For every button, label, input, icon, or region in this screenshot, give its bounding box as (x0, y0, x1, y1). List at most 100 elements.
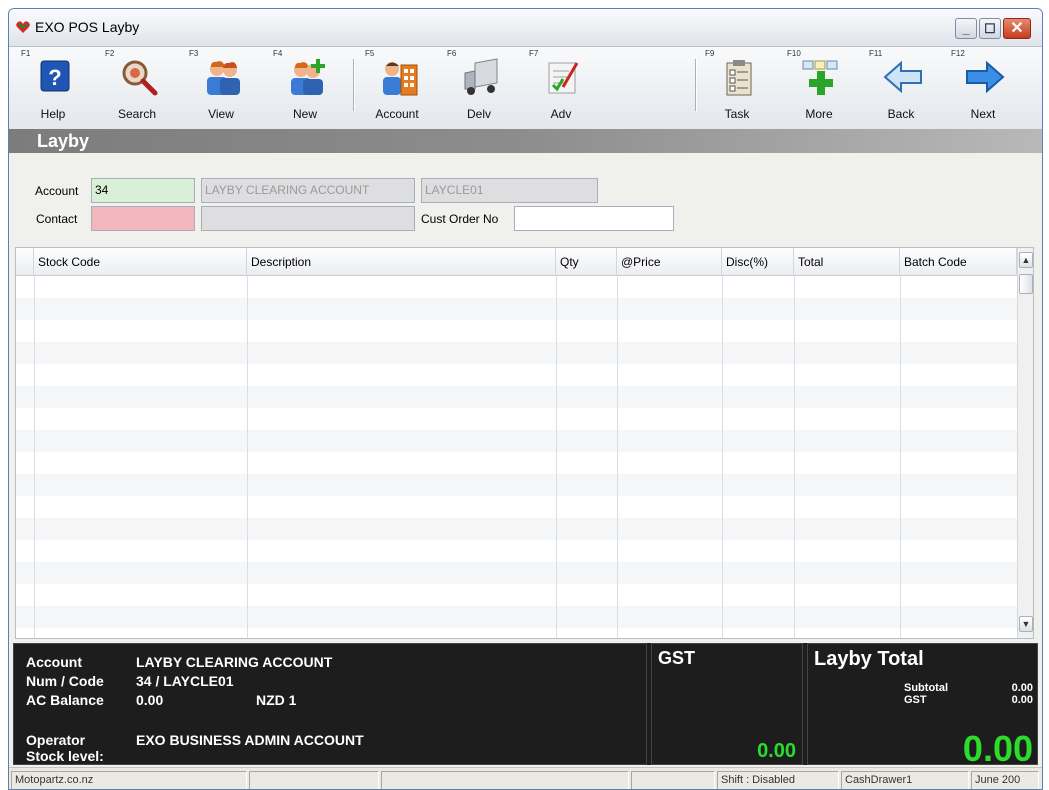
adv-button[interactable]: F7 Adv (529, 47, 593, 127)
table-row[interactable] (16, 364, 1017, 386)
col-stock-code[interactable]: Stock Code (34, 248, 247, 276)
account-field-label: Account (35, 184, 79, 198)
view-button[interactable]: F3 View (189, 47, 253, 127)
new-button[interactable]: F4 New (273, 47, 337, 127)
shortcut-key: F12 (951, 49, 965, 58)
view-label: View (208, 107, 234, 121)
account-button[interactable]: F5 Account (365, 47, 429, 127)
info-panel: Account LAYBY CLEARING ACCOUNT Num / Cod… (13, 643, 1038, 769)
table-row[interactable] (16, 628, 1017, 638)
minimize-icon: _ (962, 21, 970, 36)
contact-name-field (201, 206, 415, 231)
task-button[interactable]: F9 Task (705, 47, 769, 127)
toolbar-separator (695, 59, 697, 111)
delv-label: Delv (466, 107, 491, 121)
next-button[interactable]: F12 Next (951, 47, 1015, 127)
cust-order-input[interactable] (514, 206, 674, 231)
table-row[interactable] (16, 386, 1017, 408)
col-description[interactable]: Description (247, 248, 556, 276)
status-date: June 200 (971, 771, 1039, 789)
info-account-label: Account (26, 654, 82, 670)
search-label: Search (117, 107, 157, 121)
column-divider (900, 276, 901, 638)
account-label: Account (375, 107, 419, 121)
minimize-button[interactable]: _ (955, 18, 977, 39)
table-row[interactable] (16, 452, 1017, 474)
table-row[interactable] (16, 474, 1017, 496)
col-total[interactable]: Total (794, 248, 900, 276)
shortcut-key: F2 (105, 49, 115, 58)
toolbar: F1 ? Help F2 Search F3 View F4 New F5 Ac… (9, 47, 1042, 129)
table-row[interactable] (16, 430, 1017, 452)
info-currency: NZD 1 (256, 692, 297, 708)
new-person-icon (291, 59, 325, 95)
search-button[interactable]: F2 Search (105, 47, 169, 127)
table-row[interactable] (16, 320, 1017, 342)
col-qty[interactable]: Qty (556, 248, 617, 276)
module-header: Layby (9, 129, 1042, 153)
back-label: Back (887, 107, 915, 121)
back-button[interactable]: F11 Back (869, 47, 933, 127)
status-empty-1 (249, 771, 379, 789)
status-empty-2 (381, 771, 629, 789)
column-divider (556, 276, 557, 638)
more-add-icon (802, 60, 838, 95)
col-price[interactable]: @Price (617, 248, 722, 276)
layby-total-box: Layby Total Subtotal 0.00 GST 0.00 0.00 (807, 643, 1038, 769)
contact-input[interactable] (91, 206, 195, 231)
table-row[interactable] (16, 276, 1017, 298)
grid-header: Stock Code Description Qty @Price Disc(%… (16, 248, 1017, 276)
status-site: Motopartz.co.nz (11, 771, 247, 789)
title-bar: EXO POS Layby _ ☐ ✕ (9, 9, 1042, 47)
line-items-grid[interactable]: Stock Code Description Qty @Price Disc(%… (15, 247, 1034, 639)
more-button[interactable]: F10 More (787, 47, 851, 127)
table-row[interactable] (16, 562, 1017, 584)
status-cash-drawer: CashDrawer1 (841, 771, 969, 789)
app-icon (16, 21, 30, 33)
contact-field-label: Contact (36, 212, 78, 226)
chevron-up-icon: ▲ (1021, 255, 1031, 265)
table-row[interactable] (16, 408, 1017, 430)
search-icon (122, 60, 158, 96)
scroll-up-button[interactable]: ▲ (1019, 252, 1033, 268)
table-row[interactable] (16, 342, 1017, 364)
table-row[interactable] (16, 584, 1017, 606)
table-row[interactable] (16, 606, 1017, 628)
info-ac-balance-label: AC Balance (26, 692, 104, 708)
advanced-edit-icon (548, 62, 579, 94)
table-row[interactable] (16, 298, 1017, 320)
scroll-down-button[interactable]: ▼ (1019, 616, 1033, 632)
col-disc[interactable]: Disc(%) (722, 248, 794, 276)
grid-body[interactable] (16, 276, 1017, 638)
info-num-code-value: 34 / LAYCLE01 (136, 673, 234, 689)
shortcut-key: F7 (529, 49, 539, 58)
info-operator-label: Operator (26, 732, 86, 748)
view-people-icon (207, 61, 240, 95)
close-button[interactable]: ✕ (1003, 18, 1031, 39)
table-row[interactable] (16, 496, 1017, 518)
maximize-button[interactable]: ☐ (979, 18, 1001, 39)
more-label: More (805, 107, 833, 121)
account-input[interactable]: 34 (91, 178, 195, 203)
help-button[interactable]: F1 ? Help (21, 47, 85, 127)
info-operator-value: EXO BUSINESS ADMIN ACCOUNT (136, 732, 364, 748)
svg-text:?: ? (48, 65, 61, 90)
status-shift: Shift : Disabled (717, 771, 839, 789)
column-divider (794, 276, 795, 638)
adv-label: Adv (550, 107, 572, 121)
shortcut-key: F3 (189, 49, 199, 58)
scroll-thumb[interactable] (1019, 274, 1033, 294)
table-row[interactable] (16, 518, 1017, 540)
shortcut-key: F5 (365, 49, 375, 58)
grid-scrollbar[interactable]: ▲ ▼ (1017, 248, 1033, 638)
layby-total-title: Layby Total (814, 648, 924, 670)
table-row[interactable] (16, 540, 1017, 562)
shortcut-key: F9 (705, 49, 715, 58)
col-batch-code[interactable]: Batch Code (900, 248, 1017, 276)
row-indicator-header (16, 248, 34, 276)
account-name-field: LAYBY CLEARING ACCOUNT (201, 178, 415, 203)
shortcut-key: F4 (273, 49, 283, 58)
delv-button[interactable]: F6 Delv (447, 47, 511, 127)
shortcut-key: F11 (869, 49, 883, 58)
close-icon: ✕ (1010, 20, 1024, 37)
